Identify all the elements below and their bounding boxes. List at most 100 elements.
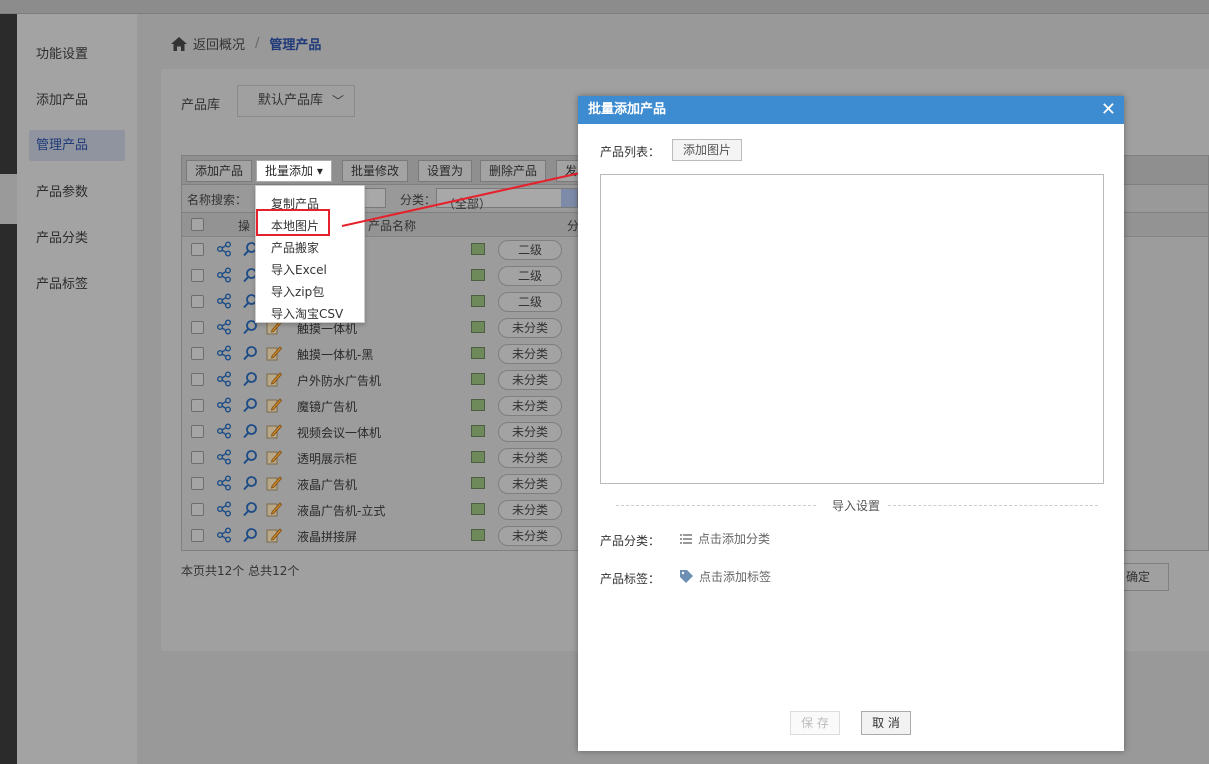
breadcrumb-current: 管理产品 bbox=[269, 38, 322, 53]
row-checkbox[interactable] bbox=[191, 269, 204, 282]
row-checkbox[interactable] bbox=[191, 399, 204, 412]
image-icon[interactable] bbox=[471, 425, 485, 437]
library-select-value: 默认产品库 bbox=[258, 93, 324, 108]
row-checkbox[interactable] bbox=[191, 243, 204, 256]
sidebar-item-product-tags[interactable]: 产品标签 bbox=[29, 269, 125, 300]
edit-icon[interactable] bbox=[266, 371, 282, 387]
image-icon[interactable] bbox=[471, 503, 485, 515]
search-icon[interactable] bbox=[242, 345, 258, 361]
row-checkbox[interactable] bbox=[191, 321, 204, 334]
breadcrumb-separator: / bbox=[255, 36, 260, 51]
search-icon[interactable] bbox=[242, 423, 258, 439]
image-icon[interactable] bbox=[471, 295, 485, 307]
import-settings-heading: 导入设置 bbox=[832, 499, 881, 513]
search-icon[interactable] bbox=[242, 449, 258, 465]
cancel-button[interactable]: 取 消 bbox=[861, 711, 911, 735]
row-checkbox[interactable] bbox=[191, 295, 204, 308]
product-name[interactable]: 视频会议一体机 bbox=[297, 424, 381, 441]
sidebar-item-settings[interactable]: 功能设置 bbox=[29, 39, 125, 70]
edit-icon[interactable] bbox=[266, 501, 282, 517]
share-icon[interactable] bbox=[216, 527, 232, 543]
image-icon[interactable] bbox=[471, 477, 485, 489]
image-icon[interactable] bbox=[471, 321, 485, 333]
modal-header: 批量添加产品 ✕ bbox=[578, 96, 1124, 124]
row-checkbox[interactable] bbox=[191, 529, 204, 542]
product-name[interactable]: 透明展示柜 bbox=[297, 450, 357, 467]
row-checkbox[interactable] bbox=[191, 425, 204, 438]
product-name[interactable]: 液晶广告机 bbox=[297, 476, 357, 493]
product-tag-label: 产品标签： bbox=[600, 572, 661, 586]
search-icon[interactable] bbox=[242, 501, 258, 517]
sidebar-item-product-params[interactable]: 产品参数 bbox=[29, 177, 125, 208]
product-name[interactable]: 液晶广告机-立式 bbox=[297, 502, 385, 519]
image-icon[interactable] bbox=[471, 451, 485, 463]
add-image-button[interactable]: 添加图片 bbox=[672, 139, 742, 161]
category-badge: 未分类 bbox=[498, 422, 562, 442]
edit-icon[interactable] bbox=[266, 527, 282, 543]
library-select[interactable]: 默认产品库 ﹀ bbox=[237, 85, 355, 117]
home-icon bbox=[171, 36, 187, 51]
search-icon[interactable] bbox=[242, 371, 258, 387]
image-icon[interactable] bbox=[471, 347, 485, 359]
save-button[interactable]: 保 存 bbox=[790, 711, 840, 735]
row-checkbox[interactable] bbox=[191, 477, 204, 490]
share-icon[interactable] bbox=[216, 267, 232, 283]
menu-item-move-product[interactable]: 产品搬家 bbox=[271, 239, 319, 256]
breadcrumb-back-link[interactable]: 返回概况 bbox=[193, 34, 245, 53]
image-icon[interactable] bbox=[471, 243, 485, 255]
select-all-checkbox[interactable] bbox=[191, 218, 204, 231]
close-icon[interactable]: ✕ bbox=[1101, 96, 1116, 124]
share-icon[interactable] bbox=[216, 423, 232, 439]
row-checkbox[interactable] bbox=[191, 373, 204, 386]
share-icon[interactable] bbox=[216, 475, 232, 491]
product-name[interactable]: 触摸一体机-黑 bbox=[297, 346, 373, 363]
product-list-box[interactable] bbox=[600, 174, 1104, 484]
search-icon[interactable] bbox=[242, 397, 258, 413]
image-icon[interactable] bbox=[471, 269, 485, 281]
row-checkbox[interactable] bbox=[191, 451, 204, 464]
menu-item-import-excel[interactable]: 导入Excel bbox=[271, 261, 327, 278]
share-icon[interactable] bbox=[216, 345, 232, 361]
category-badge: 未分类 bbox=[498, 526, 562, 546]
modal-title: 批量添加产品 bbox=[588, 102, 667, 117]
share-icon[interactable] bbox=[216, 449, 232, 465]
add-product-button[interactable]: 添加产品 bbox=[186, 160, 253, 182]
add-tag-link[interactable]: 点击添加标签 bbox=[680, 568, 771, 585]
menu-item-import-taobao-csv[interactable]: 导入淘宝CSV bbox=[271, 305, 343, 322]
row-checkbox[interactable] bbox=[191, 347, 204, 360]
image-icon[interactable] bbox=[471, 529, 485, 541]
edit-icon[interactable] bbox=[266, 423, 282, 439]
share-icon[interactable] bbox=[216, 293, 232, 309]
sidebar-item-manage-products[interactable]: 管理产品 bbox=[29, 130, 125, 161]
product-name[interactable]: 魔镜广告机 bbox=[297, 398, 357, 415]
chevron-down-icon: ﹀ bbox=[331, 94, 344, 108]
sidebar-item-product-categories[interactable]: 产品分类 bbox=[29, 223, 125, 254]
edit-icon[interactable] bbox=[266, 449, 282, 465]
image-icon[interactable] bbox=[471, 373, 485, 385]
share-icon[interactable] bbox=[216, 319, 232, 335]
product-name[interactable]: 户外防水广告机 bbox=[297, 372, 381, 389]
product-name[interactable]: 液晶拼接屏 bbox=[297, 528, 357, 545]
name-search-label: 名称搜索： bbox=[187, 193, 248, 207]
batch-add-button[interactable]: 批量添加 ▾ bbox=[256, 160, 332, 182]
edit-icon[interactable] bbox=[266, 397, 282, 413]
image-icon[interactable] bbox=[471, 399, 485, 411]
sidebar-item-add-product[interactable]: 添加产品 bbox=[29, 85, 125, 116]
search-icon[interactable] bbox=[242, 527, 258, 543]
share-icon[interactable] bbox=[216, 371, 232, 387]
add-tag-text: 点击添加标签 bbox=[699, 570, 772, 584]
share-icon[interactable] bbox=[216, 241, 232, 257]
share-icon[interactable] bbox=[216, 501, 232, 517]
search-icon[interactable] bbox=[242, 475, 258, 491]
caret-down-icon: ▾ bbox=[316, 164, 323, 178]
divider bbox=[616, 505, 816, 506]
batch-add-modal: 批量添加产品 ✕ 产品列表： 添加图片 导入设置 产品分类： 点击添加分类 产品… bbox=[578, 96, 1124, 751]
edit-icon[interactable] bbox=[266, 475, 282, 491]
add-category-link[interactable]: 点击添加分类 bbox=[680, 530, 770, 547]
share-icon[interactable] bbox=[216, 397, 232, 413]
pagination-summary: 本页共12个 总共12个 bbox=[181, 564, 300, 578]
menu-item-import-zip[interactable]: 导入zip包 bbox=[271, 283, 324, 300]
row-checkbox[interactable] bbox=[191, 503, 204, 516]
product-category-label: 产品分类： bbox=[600, 534, 661, 548]
edit-icon[interactable] bbox=[266, 345, 282, 361]
